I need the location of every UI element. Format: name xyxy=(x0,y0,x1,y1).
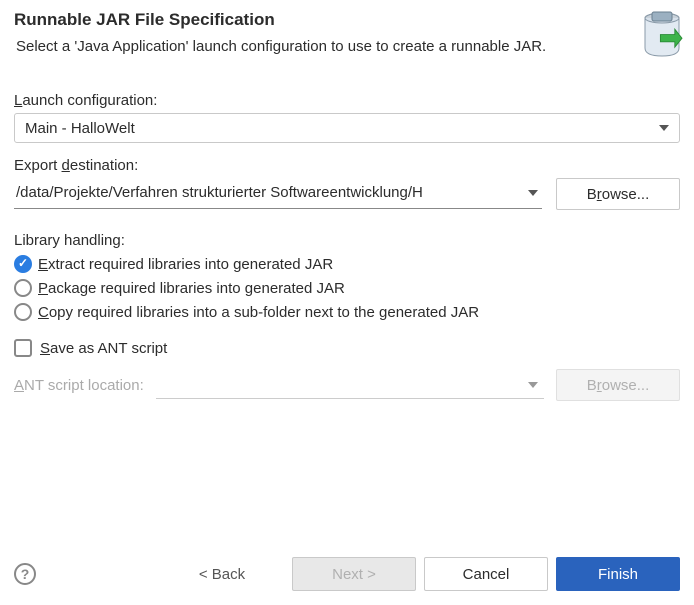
next-button: Next > xyxy=(292,557,416,591)
finish-button[interactable]: Finish xyxy=(556,557,680,591)
jar-export-icon xyxy=(634,6,690,62)
radio-icon xyxy=(14,303,32,321)
library-option-extract[interactable]: Extract required libraries into generate… xyxy=(14,255,680,273)
launch-config-combo[interactable]: Main - HalloWelt xyxy=(14,113,680,143)
library-handling-label: Library handling: xyxy=(14,232,680,249)
ant-location-combo xyxy=(156,371,544,399)
library-option-package[interactable]: Package required libraries into generate… xyxy=(14,279,680,297)
chevron-down-icon xyxy=(659,125,669,131)
library-handling-group: Extract required libraries into generate… xyxy=(14,255,680,321)
chevron-down-icon xyxy=(528,190,538,196)
launch-config-value: Main - HalloWelt xyxy=(25,120,135,137)
checkbox-icon xyxy=(14,339,32,357)
radio-icon xyxy=(14,279,32,297)
export-dest-value: /data/Projekte/Verfahren strukturierter … xyxy=(16,184,423,201)
back-button[interactable]: < Back xyxy=(160,557,284,591)
save-ant-checkbox-row[interactable]: Save as ANT script xyxy=(14,339,680,357)
page-subtitle: Select a 'Java Application' launch confi… xyxy=(14,38,680,55)
wizard-header: Runnable JAR File Specification Select a… xyxy=(0,0,694,78)
export-dest-label: Export destination: xyxy=(14,157,680,174)
export-dest-combo[interactable]: /data/Projekte/Verfahren strukturierter … xyxy=(14,179,542,209)
export-browse-button[interactable]: Browse... xyxy=(556,178,680,210)
library-option-copy[interactable]: Copy required libraries into a sub-folde… xyxy=(14,303,680,321)
ant-location-label: ANT script location: xyxy=(14,377,144,394)
wizard-button-bar: < Back Next > Cancel Finish xyxy=(160,557,680,591)
wizard-footer: ? < Back Next > Cancel Finish xyxy=(14,557,680,591)
cancel-button[interactable]: Cancel xyxy=(424,557,548,591)
page-title: Runnable JAR File Specification xyxy=(14,10,680,30)
help-icon[interactable]: ? xyxy=(14,563,36,585)
wizard-content: Launch configuration: Main - HalloWelt E… xyxy=(0,78,694,401)
ant-browse-button: Browse... xyxy=(556,369,680,401)
chevron-down-icon xyxy=(528,382,538,388)
radio-icon xyxy=(14,255,32,273)
launch-config-label: Launch configuration: xyxy=(14,92,680,109)
